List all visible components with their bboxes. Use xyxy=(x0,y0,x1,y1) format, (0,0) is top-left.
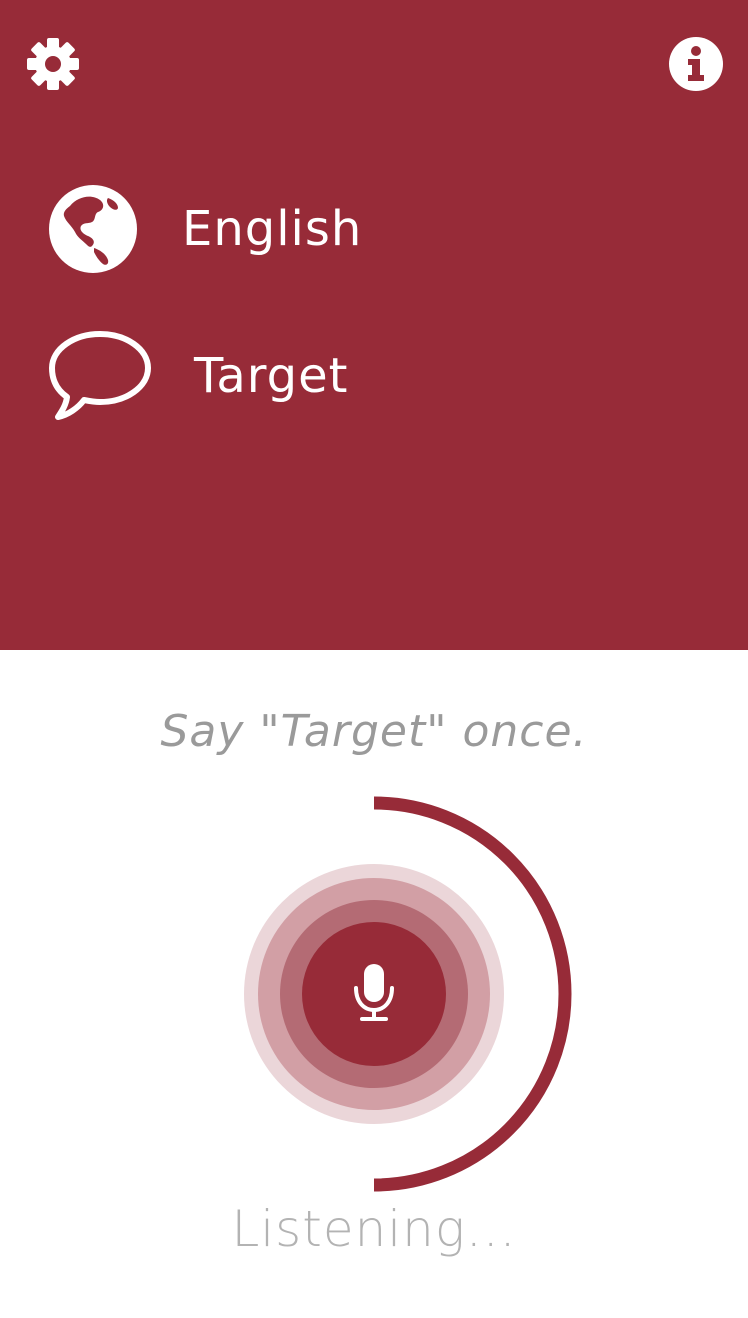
gear-icon xyxy=(27,38,79,90)
microphone-button[interactable] xyxy=(302,922,446,1066)
info-circle-icon xyxy=(669,37,723,91)
microphone-area xyxy=(230,790,590,1200)
source-language-selector[interactable]: English xyxy=(48,184,362,274)
app-screen: English Target Say "Target" once. Listen… xyxy=(0,0,748,1318)
target-language-selector[interactable]: Target xyxy=(48,328,349,424)
language-panel: English Target xyxy=(0,0,748,650)
globe-icon xyxy=(49,185,137,273)
target-language-label: Target xyxy=(194,348,349,404)
speech-bubble-icon xyxy=(49,331,151,420)
listening-status: Listening... xyxy=(231,1200,517,1258)
settings-button[interactable] xyxy=(25,36,81,92)
source-language-label: English xyxy=(182,201,363,257)
listening-prompt: Say "Target" once. xyxy=(160,706,588,757)
info-button[interactable] xyxy=(668,36,724,92)
